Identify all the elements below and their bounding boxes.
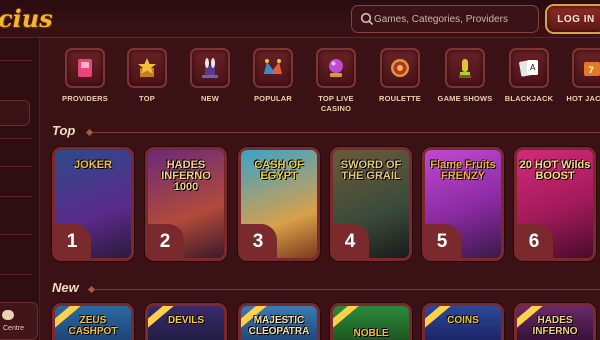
category-label: TOP	[139, 94, 155, 103]
section-title-top: Top	[52, 123, 76, 138]
trophy-icon	[445, 48, 485, 88]
jester-hat-icon	[253, 48, 293, 88]
site-logo[interactable]: cius	[0, 4, 53, 33]
sidebar-divider	[0, 138, 32, 139]
cards-icon: A	[509, 48, 549, 88]
category-hot-jackpot[interactable]: 7 HOT JACKPO	[559, 48, 600, 104]
roulette-wheel-icon	[380, 48, 420, 88]
category-new[interactable]: NEW	[177, 48, 243, 104]
category-providers[interactable]: PROVIDERS	[52, 48, 118, 104]
chat-icon	[2, 310, 14, 320]
category-label: POPULAR	[253, 94, 293, 103]
game-title: SWORD OF THE GRAIL	[340, 159, 402, 182]
rank-badge: 2	[148, 224, 184, 258]
game-title: CASH OF EGYPT	[254, 159, 304, 182]
search-icon	[360, 12, 374, 26]
search-bar[interactable]	[351, 5, 539, 33]
game-card[interactable]: COINS	[422, 303, 504, 340]
game-title: HADES INFERNO 1000	[161, 159, 211, 193]
section-title-new: New	[52, 280, 79, 295]
rank-badge: 3	[241, 224, 277, 258]
game-card[interactable]: ZEUS CASHPOT	[52, 303, 134, 340]
game-title: COINS	[447, 315, 479, 326]
jackpot-icon: 7	[572, 48, 600, 88]
game-card[interactable]: MAJESTIC CLEOPATRA	[238, 303, 320, 340]
game-card[interactable]: DEVILS	[145, 303, 227, 340]
game-card[interactable]: HADES INFERNO	[514, 303, 596, 340]
category-game-shows[interactable]: GAME SHOWS	[432, 48, 498, 104]
game-title: DEVILS	[167, 315, 205, 326]
category-label: NEW	[200, 94, 220, 103]
support-centre-button[interactable]: Centre	[0, 302, 38, 340]
section-divider	[90, 132, 600, 133]
game-card[interactable]: CASH OF EGYPT 3	[238, 147, 320, 261]
section-divider	[92, 289, 600, 290]
rank-badge: 6	[517, 224, 553, 258]
star-box-icon	[127, 48, 167, 88]
left-sidebar	[0, 38, 40, 340]
category-label: PROVIDERS	[62, 94, 108, 103]
rank-badge: 4	[333, 224, 369, 258]
game-title: 20 HOT Wilds BOOST	[519, 159, 591, 182]
category-roulette[interactable]: ROULETTE	[367, 48, 433, 104]
game-title: ZEUS CASHPOT	[68, 315, 118, 337]
sidebar-divider	[0, 274, 32, 275]
svg-text:A: A	[530, 63, 536, 72]
rank-badge: 1	[55, 224, 91, 258]
rank-badge: 5	[425, 224, 461, 258]
category-top-live-casino[interactable]: TOP LIVE CASINO	[303, 48, 369, 114]
game-title: JOKER	[74, 159, 112, 171]
game-title: HADES INFERNO	[532, 315, 578, 337]
sidebar-item[interactable]	[0, 100, 30, 126]
category-blackjack[interactable]: A BLACKJACK	[496, 48, 562, 104]
sidebar-divider	[0, 234, 32, 235]
category-label: TOP LIVE CASINO	[318, 94, 354, 113]
support-label: Centre	[3, 325, 25, 332]
crystal-ball-icon	[316, 48, 356, 88]
game-card[interactable]: NOBLE	[330, 303, 412, 340]
game-card[interactable]: SWORD OF THE GRAIL 4	[330, 147, 412, 261]
game-card[interactable]: 20 HOT Wilds BOOST 6	[514, 147, 596, 261]
category-popular[interactable]: POPULAR	[240, 48, 306, 104]
game-title: NOBLE	[353, 328, 389, 339]
game-title: Flame Fruits FRENZY	[430, 159, 496, 182]
category-label: ROULETTE	[378, 94, 421, 103]
sidebar-divider	[0, 166, 32, 167]
game-card[interactable]: Flame Fruits FRENZY 5	[422, 147, 504, 261]
top-header: cius LOG IN	[0, 0, 600, 38]
game-card[interactable]: HADES INFERNO 1000 2	[145, 147, 227, 261]
category-label: HOT JACKPO	[566, 94, 600, 103]
game-title: MAJESTIC CLEOPATRA	[248, 315, 310, 337]
category-label: GAME SHOWS	[437, 94, 493, 103]
category-top[interactable]: TOP	[114, 48, 180, 104]
sidebar-divider	[0, 60, 32, 61]
book-icon	[65, 48, 105, 88]
svg-text:7: 7	[588, 66, 594, 76]
magic-hat-icon	[190, 48, 230, 88]
category-label: BLACKJACK	[504, 94, 554, 103]
game-card[interactable]: JOKER 1	[52, 147, 134, 261]
login-button[interactable]: LOG IN	[545, 4, 600, 34]
search-input[interactable]	[374, 7, 534, 31]
sidebar-divider	[0, 196, 32, 197]
